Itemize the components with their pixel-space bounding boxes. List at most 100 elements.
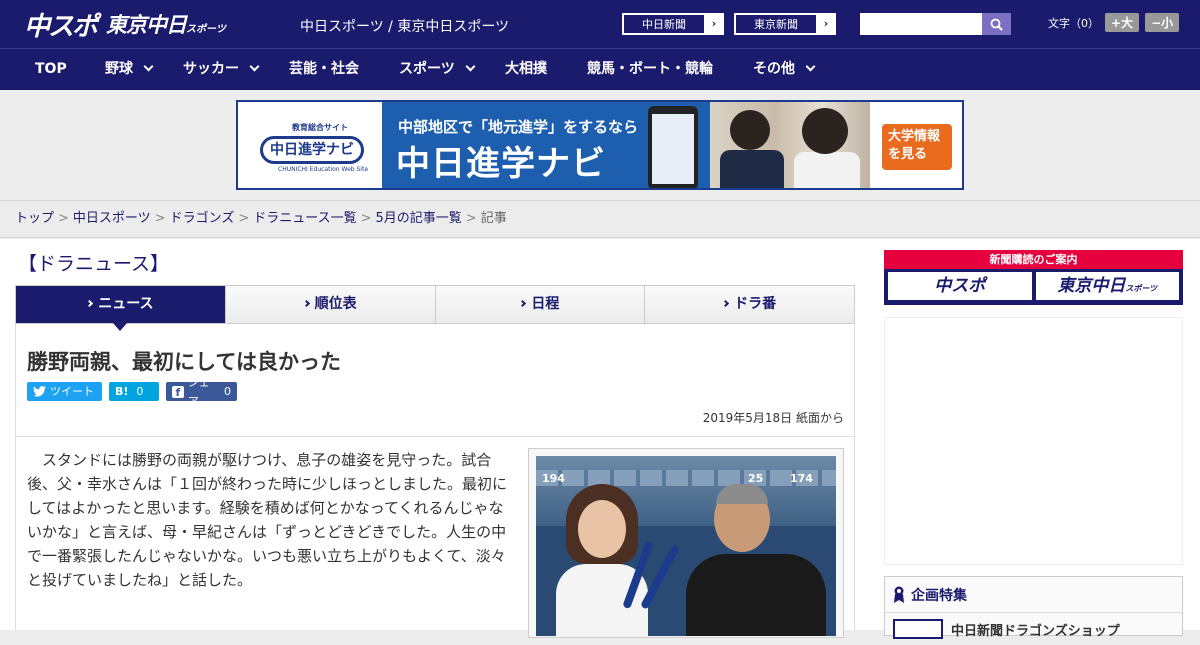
hatena-count: 0 [136,385,144,398]
tab-label: ドラ番 [734,296,777,312]
tokyo-shimbun-link[interactable]: 東京新聞 › [734,13,836,35]
breadcrumb-current: 記事 [480,211,507,226]
feature-item[interactable]: 中日新聞ドラゴンズショップ [885,613,1182,645]
banner-headline: 中部地区で「地元進学」をするなら [398,118,639,136]
banner-students-photo [710,102,870,188]
stand-number: 174 [790,472,813,485]
banner-caption: 教育総合サイト [292,123,348,132]
breadcrumb-top[interactable]: トップ [15,211,54,226]
nav-entertainment[interactable]: 芸能・社会 [289,49,359,91]
breadcrumb-month-list[interactable]: 5月の記事一覧 [376,211,462,226]
breadcrumb: トップ > 中日スポーツ > ドラゴンズ > ドラニュース一覧 >5月の記事一覧 > 記事 [0,200,1200,238]
chevron-right-icon: › [823,17,829,30]
link-label: 東京新聞 [735,14,817,34]
hatena-icon: B! [115,385,129,398]
tab-reporter[interactable]: ドラ番 [644,286,854,323]
breadcrumb-chuspo[interactable]: 中日スポーツ [73,211,151,226]
tab-schedule[interactable]: 日程 [434,286,645,323]
facebook-count: 0 [224,385,231,398]
site-logo[interactable]: 中スポ 東京中日スポーツ [24,6,226,42]
nav-other[interactable]: その他 [753,49,816,91]
chevron-right-icon [722,299,730,308]
tab-label: 順位表 [314,296,357,312]
section-title: 【ドラニュース】 [18,253,170,275]
chevron-down-icon [249,61,260,72]
banner-title: 中日進学ナビ [396,144,606,184]
article-body: スタンドには勝野の両親が駆けつけ、息子の雄姿を見守った。試合後、父・幸水さんは「… [27,451,508,589]
breadcrumb-dragons[interactable]: ドラゴンズ [170,211,235,226]
nav-label: 野球 [105,61,133,77]
nav-soccer[interactable]: サッカー [183,49,260,91]
banner-cta-area: 大学情報を見る [870,102,962,188]
chevron-right-icon [86,299,94,308]
nav-sumo[interactable]: 大相撲 [505,49,547,91]
breadcrumb-separator: > [58,211,69,226]
banner-cta-button[interactable]: 大学情報を見る [882,124,952,170]
feature-box: 企画特集 中日新聞ドラゴンズショップ [884,576,1183,639]
nav-label: TOP [35,61,67,77]
nav-baseball[interactable]: 野球 [105,49,154,91]
subscribe-chuspo-button[interactable]: 中スポ [888,272,1032,300]
banner-logo-area: 教育総合サイト 中日進学ナビ CHUNICHI Education Web Si… [238,102,382,188]
sidebar-ad [884,317,1183,565]
logo-tokyo-chunichi: 東京中日スポーツ [106,9,226,39]
tab-news[interactable]: ニュース [16,286,225,331]
hatena-bookmark-button[interactable]: B! 0 [109,382,159,401]
chevron-down-icon [465,61,476,72]
search-icon [990,18,1003,31]
link-label: 中日新聞 [623,14,705,34]
font-size-control: 文字（0） +大 −小 [1048,13,1180,32]
subscribe-tokyo-chunichi-button[interactable]: 東京中日スポーツ [1035,272,1179,300]
site-header: 中スポ 東京中日スポーツ 中日スポーツ / 東京中日スポーツ 中日新聞 › 東京… [0,0,1200,48]
feature-title: 企画特集 [911,587,967,604]
chunichi-shimbun-link[interactable]: 中日新聞 › [622,13,724,35]
breadcrumb-separator: > [238,211,250,226]
nav-label: 芸能・社会 [289,61,359,77]
feature-thumbnail [893,619,943,639]
nav-label: スポーツ [399,61,455,77]
article-date: 2019年5月18日 紙面から [702,411,844,425]
search-button[interactable] [982,13,1011,35]
chevron-down-icon [143,61,154,72]
subscription-box: 新聞購読のご案内 中スポ 東京中日スポーツ [884,250,1183,305]
font-size-label: 文字（0） [1048,16,1099,30]
article-photo[interactable]: 194 25 174 [528,448,844,638]
stand-number: 25 [748,472,764,485]
breadcrumb-separator: > [360,211,372,226]
tab-standings[interactable]: 順位表 [224,286,435,323]
photo-mother [556,484,648,636]
ad-banner[interactable]: 教育総合サイト 中日進学ナビ CHUNICHI Education Web Si… [236,100,964,190]
tweet-button[interactable]: ツイート [27,382,102,401]
logo-chuspo: 中スポ [24,11,98,42]
nav-label: サッカー [183,61,239,77]
logo-tokyo-text: 東京中日 [106,13,187,37]
ribbon-icon [894,586,904,603]
chevron-down-icon [805,61,816,72]
breadcrumb-separator: > [154,211,166,226]
tab-label: 日程 [531,296,560,312]
nav-racing[interactable]: 競馬・ボート・競輪 [587,49,713,91]
font-bigger-button[interactable]: +大 [1105,13,1140,32]
banner-logo-sub: CHUNICHI Education Web Site [278,166,369,173]
tab-label: ニュース [98,296,154,312]
font-smaller-button[interactable]: −小 [1145,13,1180,32]
banner-logo: 中日進学ナビ [260,136,364,164]
twitter-icon [33,386,46,397]
logo-sports-small: スポーツ [186,24,226,35]
share-buttons: ツイート B! 0 f シェア 0 [27,376,237,408]
feature-item-label: 中日新聞ドラゴンズショップ [951,623,1120,639]
breadcrumb-separator: > [465,211,477,226]
photo-father [686,484,826,636]
facebook-share-button[interactable]: f シェア 0 [166,376,237,408]
subscribe-tokyo-label: 東京中日 [1057,276,1126,296]
nav-top[interactable]: TOP [35,49,67,91]
article: 勝野両親、最初にしては良かった ツイート B! 0 f シェア 0 2019年5… [15,324,855,638]
chevron-right-icon [519,299,527,308]
tweet-label: ツイート [50,385,94,398]
facebook-icon: f [172,385,184,399]
nav-label: 大相撲 [505,61,547,77]
breadcrumb-news-list[interactable]: ドラニュース一覧 [253,211,356,226]
section-tabs: ニュース 順位表 日程 ドラ番 [15,285,855,331]
nav-sports[interactable]: スポーツ [399,49,476,91]
search-input[interactable] [860,13,982,35]
